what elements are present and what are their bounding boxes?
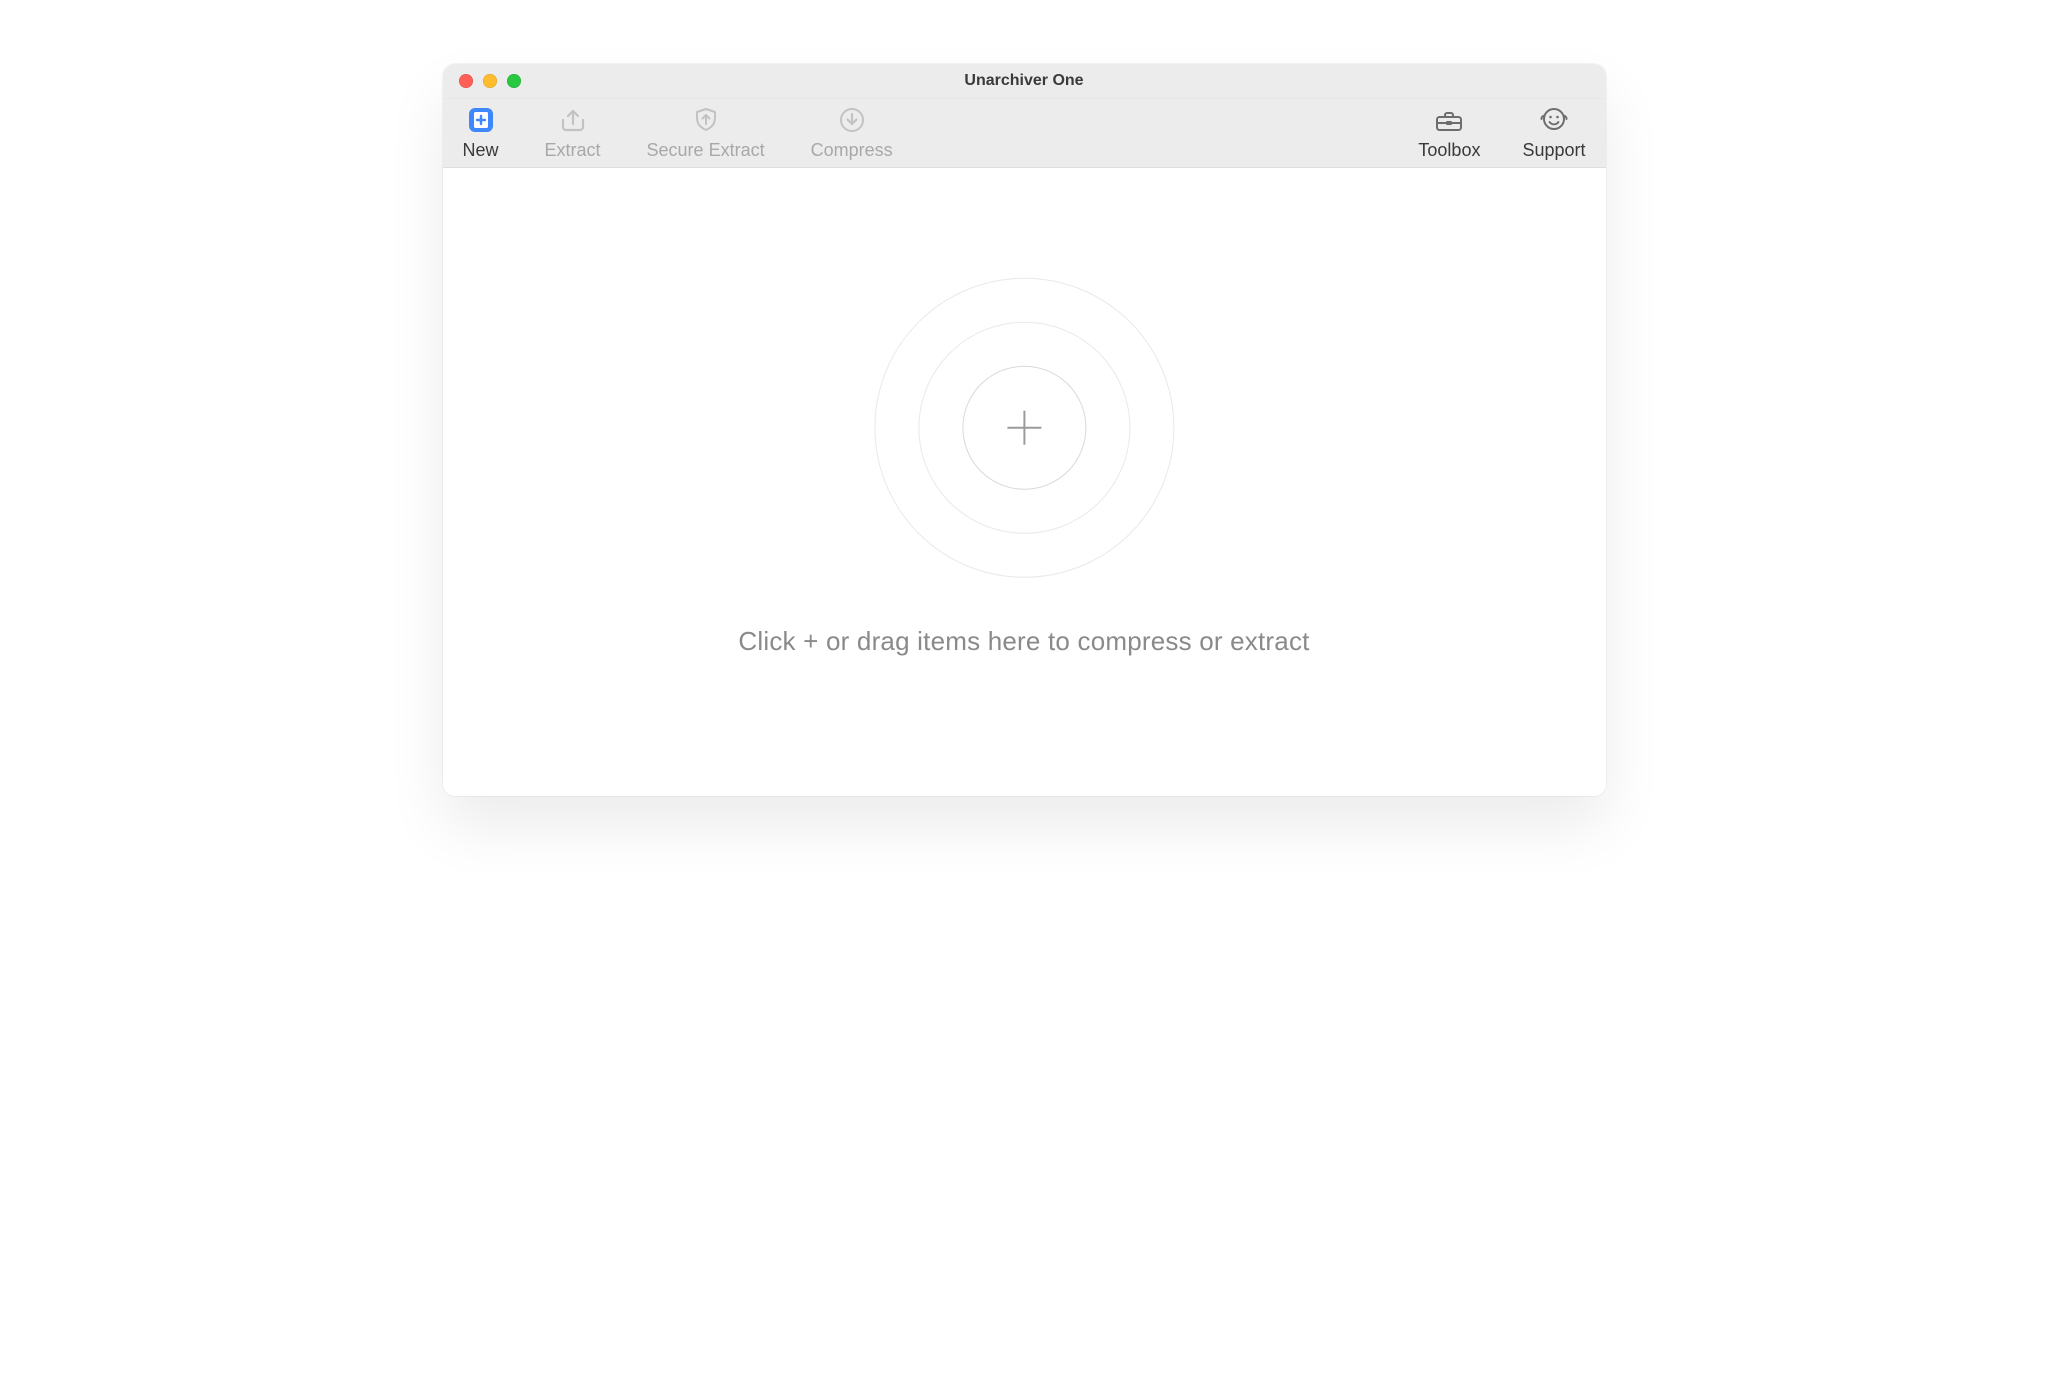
extract-button-label: Extract — [545, 141, 601, 159]
support-icon — [1537, 105, 1571, 135]
drop-zone-rings — [874, 278, 1174, 578]
titlebar: Unarchiver One — [443, 64, 1606, 99]
app-window: Unarchiver One New — [443, 64, 1606, 796]
compress-icon — [835, 105, 869, 135]
drop-zone[interactable]: Click + or drag items here to compress o… — [738, 278, 1309, 657]
support-button-label: Support — [1522, 141, 1585, 159]
secure-extract-button-label: Secure Extract — [647, 141, 765, 159]
shield-icon — [689, 105, 723, 135]
extract-icon — [556, 105, 590, 135]
new-button-label: New — [463, 141, 499, 159]
extract-button[interactable]: Extract — [539, 105, 607, 159]
new-file-icon — [464, 105, 498, 135]
window-title: Unarchiver One — [443, 72, 1606, 90]
toolbar-right-group: Toolbox Support — [1412, 105, 1591, 159]
content-area: Click + or drag items here to compress o… — [443, 184, 1606, 796]
close-window-button[interactable] — [459, 74, 473, 88]
support-button[interactable]: Support — [1516, 105, 1591, 159]
toolbar-left-group: New Extract — [457, 105, 899, 159]
window-controls — [443, 74, 521, 88]
zoom-window-button[interactable] — [507, 74, 521, 88]
secure-extract-button[interactable]: Secure Extract — [641, 105, 771, 159]
minimize-window-button[interactable] — [483, 74, 497, 88]
toolbox-button[interactable]: Toolbox — [1412, 105, 1486, 159]
compress-button-label: Compress — [811, 141, 893, 159]
toolbox-button-label: Toolbox — [1418, 141, 1480, 159]
plus-icon — [999, 403, 1049, 453]
compress-button[interactable]: Compress — [805, 105, 899, 159]
new-button[interactable]: New — [457, 105, 505, 159]
drop-zone-hint: Click + or drag items here to compress o… — [738, 626, 1309, 657]
toolbar: New Extract — [443, 99, 1606, 168]
toolbox-icon — [1432, 105, 1466, 135]
